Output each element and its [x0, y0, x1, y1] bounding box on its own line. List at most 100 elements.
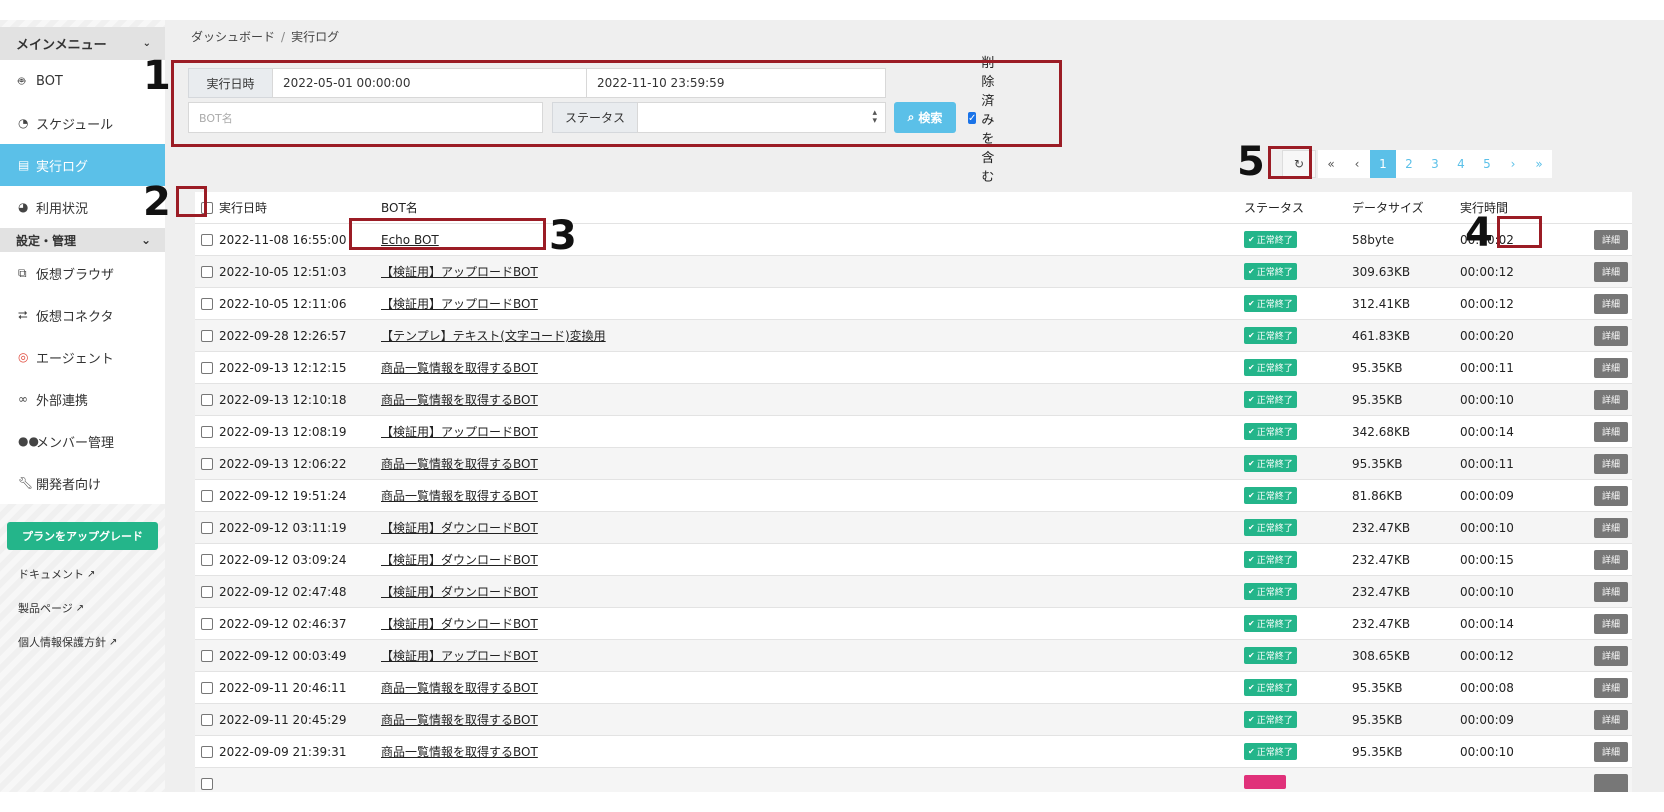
row-checkbox[interactable]	[195, 745, 219, 758]
row-bot-name: 商品一覧情報を取得するBOT	[381, 359, 1244, 376]
sidebar-item-execution-log[interactable]: ▤ 実行ログ	[0, 144, 165, 186]
row-checkbox[interactable]	[195, 457, 219, 470]
bot-name-link[interactable]: 商品一覧情報を取得するBOT	[381, 489, 538, 503]
bot-name-link[interactable]: 【テンプレ】テキスト(文字コード)変換用	[381, 329, 606, 343]
page-prev[interactable]: ‹	[1344, 150, 1370, 178]
detail-button[interactable]: 詳細	[1594, 325, 1628, 346]
row-detail-cell: 詳細	[1584, 645, 1632, 666]
status-badge: ✔ 正常終了	[1244, 679, 1297, 696]
bot-name-link[interactable]: 【検証用】アップロードBOT	[381, 649, 538, 663]
documentation-link[interactable]: ドキュメント ↗	[0, 564, 165, 584]
checkbox-icon	[201, 777, 213, 790]
row-date: 2022-09-12 19:51:24	[219, 488, 347, 503]
page-4[interactable]: 4	[1448, 150, 1474, 178]
bot-name-link[interactable]: 商品一覧情報を取得するBOT	[381, 393, 538, 407]
bot-name-link[interactable]: 【検証用】ダウンロードBOT	[381, 553, 538, 567]
sidebar-item-usage[interactable]: ◕ 利用状況	[0, 186, 165, 228]
row-data-size: 232.47KB	[1352, 616, 1411, 631]
page-next[interactable]: ›	[1500, 150, 1526, 178]
row-checkbox[interactable]	[195, 777, 219, 790]
detail-button[interactable]: 詳細	[1594, 581, 1628, 602]
bot-name-link[interactable]: 商品一覧情報を取得するBOT	[381, 713, 538, 727]
row-checkbox[interactable]	[195, 489, 219, 502]
annotation-box-1	[171, 60, 1062, 147]
row-checkbox[interactable]	[195, 297, 219, 310]
row-checkbox[interactable]	[195, 233, 219, 246]
row-checkbox[interactable]	[195, 425, 219, 438]
page-2[interactable]: 2	[1396, 150, 1422, 178]
check-circle-icon: ✔	[1248, 363, 1255, 372]
bot-name-link[interactable]: 商品一覧情報を取得するBOT	[381, 361, 538, 375]
checkbox-icon	[201, 297, 213, 310]
row-status: ✔ 正常終了	[1244, 583, 1352, 600]
status-badge: ✔ 正常終了	[1244, 359, 1297, 376]
row-checkbox[interactable]	[195, 713, 219, 726]
detail-button[interactable]: 詳細	[1594, 357, 1628, 378]
detail-button[interactable]: 詳細	[1594, 677, 1628, 698]
row-checkbox[interactable]	[195, 553, 219, 566]
bot-name-link[interactable]: 商品一覧情報を取得するBOT	[381, 745, 538, 759]
main-menu-label: メインメニュー	[16, 38, 107, 53]
detail-button[interactable]: 詳細	[1594, 549, 1628, 570]
sidebar-item-bot[interactable]: 🤖︎ BOT	[0, 60, 165, 102]
sidebar-item-schedule[interactable]: ◔ スケジュール	[0, 102, 165, 144]
detail-button[interactable]: 詳細	[1594, 709, 1628, 730]
bot-name-link[interactable]: 【検証用】アップロードBOT	[381, 265, 538, 279]
detail-button[interactable]: 詳細	[1594, 229, 1628, 250]
sidebar-item-developer[interactable]: 🔧︎ 開発者向け	[0, 462, 165, 504]
sidebar-item-agent[interactable]: ◎ エージェント	[0, 336, 165, 378]
detail-button[interactable]: 詳細	[1594, 293, 1628, 314]
bot-name-link[interactable]: 商品一覧情報を取得するBOT	[381, 457, 538, 471]
row-checkbox[interactable]	[195, 585, 219, 598]
row-checkbox[interactable]	[195, 265, 219, 278]
upgrade-plan-button[interactable]: プランをアップグレード	[7, 522, 158, 550]
detail-button[interactable]: 詳細	[1594, 645, 1628, 666]
agent-icon: ◎	[18, 350, 29, 364]
detail-button[interactable]: 詳細	[1594, 517, 1628, 538]
page-3[interactable]: 3	[1422, 150, 1448, 178]
table-row: 2022-09-12 02:46:37 【検証用】ダウンロードBOT ✔ 正常終了 23…	[195, 608, 1632, 640]
wrench-icon: 🔧︎	[18, 476, 34, 490]
main-menu-header[interactable]: メインメニュー ⌄	[0, 27, 165, 60]
bot-name-link[interactable]: 【検証用】アップロードBOT	[381, 425, 538, 439]
sidebar-item-label: 利用状況	[36, 201, 89, 217]
bot-name-link[interactable]: 【検証用】ダウンロードBOT	[381, 617, 538, 631]
table-row: 2022-09-13 12:12:15 商品一覧情報を取得するBOT ✔ 正常終了 95…	[195, 352, 1632, 384]
bot-name-link[interactable]: 商品一覧情報を取得するBOT	[381, 681, 538, 695]
detail-button[interactable]: 詳細	[1594, 261, 1628, 282]
row-detail-cell: 詳細	[1584, 485, 1632, 506]
detail-button[interactable]: 詳細	[1594, 453, 1628, 474]
row-checkbox[interactable]	[195, 649, 219, 662]
detail-button[interactable]: 詳細	[1594, 741, 1628, 762]
row-checkbox[interactable]	[195, 361, 219, 374]
bot-name-link[interactable]: 【検証用】ダウンロードBOT	[381, 521, 538, 535]
bot-name-link[interactable]: 【検証用】アップロードBOT	[381, 297, 538, 311]
row-checkbox[interactable]	[195, 521, 219, 534]
product-page-link[interactable]: 製品ページ ↗	[0, 598, 165, 618]
settings-menu-header[interactable]: 設定・管理 ⌄	[0, 228, 165, 252]
detail-button[interactable]	[1594, 773, 1628, 792]
check-circle-icon: ✔	[1248, 651, 1255, 660]
annotation-number-2: 2	[143, 179, 171, 225]
row-checkbox[interactable]	[195, 617, 219, 630]
row-checkbox[interactable]	[195, 393, 219, 406]
detail-button[interactable]: 詳細	[1594, 421, 1628, 442]
sidebar-item-members[interactable]: ●● メンバー管理	[0, 420, 165, 462]
sidebar-item-virtual-connector[interactable]: ⮂ 仮想コネクタ	[0, 294, 165, 336]
detail-button[interactable]: 詳細	[1594, 485, 1628, 506]
sidebar-item-external[interactable]: ∞ 外部連携	[0, 378, 165, 420]
sidebar-item-virtual-browser[interactable]: ⧉ 仮想ブラウザ	[0, 252, 165, 294]
row-checkbox[interactable]	[195, 681, 219, 694]
row-checkbox[interactable]	[195, 329, 219, 342]
row-date: 2022-09-12 03:09:24	[219, 552, 347, 567]
clock-icon: ◔	[18, 116, 29, 130]
bot-name-link[interactable]: 【検証用】ダウンロードBOT	[381, 585, 538, 599]
page-last[interactable]: »	[1526, 150, 1552, 178]
page-first[interactable]: «	[1318, 150, 1344, 178]
privacy-policy-link[interactable]: 個人情報保護方針 ↗	[0, 632, 165, 652]
breadcrumb-home[interactable]: ダッシュボード	[191, 30, 275, 44]
page-5[interactable]: 5	[1474, 150, 1500, 178]
page-1[interactable]: 1	[1370, 150, 1396, 178]
detail-button[interactable]: 詳細	[1594, 389, 1628, 410]
detail-button[interactable]: 詳細	[1594, 613, 1628, 634]
